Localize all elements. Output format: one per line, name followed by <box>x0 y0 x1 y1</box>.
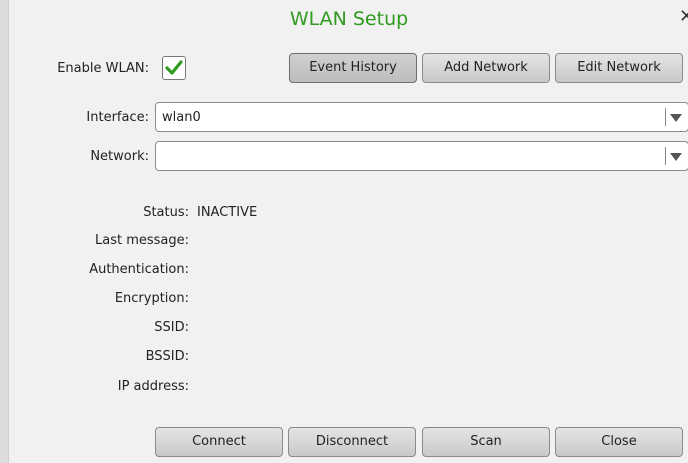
interface-label: Interface: <box>86 110 149 125</box>
last-message-label: Last message: <box>94 233 189 248</box>
connect-button[interactable]: Connect <box>155 427 283 457</box>
combo-divider <box>665 147 666 165</box>
close-icon[interactable]: ✕ <box>679 6 688 28</box>
edit-network-button[interactable]: Edit Network <box>555 53 683 83</box>
disconnect-button[interactable]: Disconnect <box>288 427 416 457</box>
status-value: INACTIVE <box>197 205 258 220</box>
chevron-down-icon <box>670 153 682 161</box>
interface-value: wlan0 <box>162 110 201 125</box>
bssid-label: BSSID: <box>145 349 189 364</box>
event-history-button[interactable]: Event History <box>289 53 417 83</box>
chevron-down-icon <box>670 114 682 122</box>
network-label: Network: <box>90 149 149 164</box>
ssid-label: SSID: <box>154 320 189 335</box>
network-select[interactable] <box>155 141 688 171</box>
status-label: Status: <box>143 205 189 220</box>
scan-button[interactable]: Scan <box>422 427 550 457</box>
dialog-title: WLAN Setup <box>289 8 409 30</box>
encryption-label: Encryption: <box>114 291 189 306</box>
interface-select[interactable]: wlan0 <box>155 102 688 132</box>
combo-divider <box>665 108 666 126</box>
close-button[interactable]: Close <box>555 427 683 457</box>
authentication-label: Authentication: <box>89 262 189 277</box>
enable-wlan-checkbox[interactable] <box>162 56 186 80</box>
checkmark-icon <box>165 60 183 75</box>
ip-address-label: IP address: <box>117 379 189 394</box>
enable-wlan-label: Enable WLAN: <box>57 61 149 76</box>
add-network-button[interactable]: Add Network <box>422 53 550 83</box>
wlan-setup-dialog: WLAN Setup ✕ Enable WLAN: Event History … <box>8 0 688 463</box>
